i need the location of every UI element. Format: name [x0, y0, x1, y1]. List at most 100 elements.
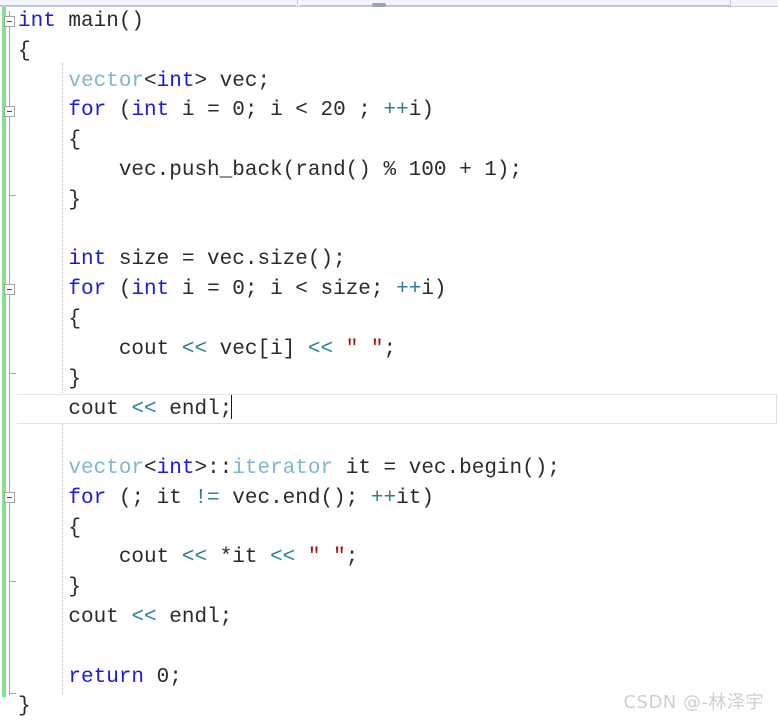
fold-marker-for-loop-3[interactable]	[4, 492, 15, 503]
code-line-text: vector<int> vec;	[18, 70, 270, 93]
code-line-text: }	[18, 189, 81, 212]
code-line-text: vec.push_back(rand() % 100 + 1);	[18, 159, 522, 182]
code-token-pl: <	[144, 456, 157, 480]
code-token-op: ++	[383, 99, 409, 123]
code-line[interactable]: vec.push_back(rand() % 100 + 1);	[0, 156, 778, 186]
code-token-pl: cout	[118, 337, 182, 361]
code-token-pl: main()	[55, 10, 145, 33]
code-token-type: vector	[68, 69, 145, 93]
code-token-pl: > vec;	[194, 69, 271, 93]
code-token-pl: ;	[345, 546, 359, 570]
code-token-pl: it = vec.begin();	[333, 456, 560, 480]
code-token-op: ++	[370, 486, 397, 510]
code-token-pl: }	[68, 576, 82, 600]
code-line[interactable]	[0, 216, 778, 246]
code-token-type: vector	[68, 456, 145, 480]
code-token-pl: vec.end();	[219, 486, 371, 510]
code-token-pl: ;	[383, 337, 397, 361]
code-token-kw: int	[18, 10, 56, 33]
code-token-kw: int	[68, 248, 107, 272]
fold-marker-for-loop-1[interactable]	[4, 106, 15, 117]
code-line[interactable]: }	[0, 186, 778, 216]
code-token-kw: int	[156, 456, 195, 480]
code-line[interactable]: cout << *it << " ";	[0, 543, 778, 573]
fold-end-for-loop-1	[9, 195, 16, 196]
code-token-pl: i)	[421, 278, 447, 302]
code-line-text: for (; it != vec.end(); ++it)	[18, 487, 434, 510]
code-line[interactable]: for (int i = 0; i < 20 ; ++i)	[0, 96, 778, 126]
code-token-op: <<	[131, 398, 157, 422]
code-line-text: {	[18, 517, 81, 540]
code-text-area[interactable]: int main(){ vector<int> vec; for (int i …	[0, 7, 778, 722]
code-line[interactable]: {	[0, 514, 778, 544]
code-token-pl: cout	[68, 398, 132, 422]
code-token-op: <<	[181, 337, 208, 361]
code-line[interactable]: }	[0, 365, 778, 395]
code-token-op: <<	[307, 337, 334, 361]
code-line[interactable]: int main()	[0, 7, 778, 37]
code-line[interactable]: cout << endl;	[0, 603, 778, 633]
code-token-pl: cout	[118, 546, 182, 570]
fold-marker-for-loop-2[interactable]	[4, 284, 15, 295]
fold-end-main	[9, 693, 16, 694]
code-line-text: cout << *it << " ";	[18, 546, 359, 570]
code-token-pl: (	[106, 99, 132, 123]
code-token-pl: size = vec.size();	[106, 248, 346, 272]
splitter-segment-left	[0, 5, 296, 6]
code-line[interactable]: {	[0, 305, 778, 335]
code-line-text: cout << endl;	[18, 606, 232, 629]
code-line[interactable]: {	[0, 126, 778, 156]
code-line-text: {	[18, 129, 81, 152]
code-token-pl: {	[18, 39, 31, 63]
code-token-kw: int	[156, 69, 195, 93]
code-token-pl: (; it	[106, 486, 195, 510]
code-line[interactable]: vector<int>::iterator it = vec.begin();	[0, 454, 778, 484]
code-token-pl: {	[68, 307, 82, 331]
code-token-pl: (	[106, 278, 132, 302]
code-token-kw: for	[68, 486, 107, 510]
code-editor-surface[interactable]: int main(){ vector<int> vec; for (int i …	[0, 7, 778, 722]
code-token-pl: >::	[194, 456, 233, 480]
code-line[interactable]: for (; it != vec.end(); ++it)	[0, 484, 778, 514]
editor-splitter-bar[interactable]	[0, 0, 778, 7]
code-token-pl: i)	[408, 99, 434, 123]
code-token-pl: i = 0; i < 20 ;	[169, 99, 384, 123]
code-token-pl: {	[68, 516, 82, 540]
csdn-watermark: CSDN @-林泽宇	[623, 692, 764, 713]
code-line[interactable]: vector<int> vec;	[0, 67, 778, 97]
code-token-pl: vec.push_back(rand() % 100 + 1);	[118, 158, 523, 182]
code-token-type: iterator	[232, 456, 334, 480]
code-token-pl: }	[18, 695, 31, 719]
fold-end-for-loop-3	[9, 581, 16, 582]
code-token-op: <<	[131, 605, 157, 629]
code-token-pl: *it	[207, 546, 271, 570]
code-line[interactable]: int size = vec.size();	[0, 245, 778, 275]
splitter-tick-left	[297, 0, 298, 7]
code-line-text: cout << vec[i] << " ";	[18, 338, 396, 361]
fold-marker-main[interactable]	[4, 16, 15, 27]
code-line[interactable]: }	[0, 573, 778, 603]
code-token-pl: endl;	[156, 398, 233, 422]
code-line[interactable]: cout << vec[i] << " ";	[0, 335, 778, 365]
code-token-str: " "	[345, 337, 384, 361]
splitter-segment-right	[300, 5, 730, 6]
code-line[interactable]	[0, 424, 778, 454]
code-token-op: ++	[396, 278, 422, 302]
code-line-current[interactable]: cout << endl;	[17, 394, 777, 425]
code-line[interactable]: for (int i = 0; i < size; ++i)	[0, 275, 778, 305]
code-token-pl: it)	[396, 486, 434, 510]
code-line[interactable]: {	[0, 37, 778, 67]
code-line[interactable]	[0, 633, 778, 663]
